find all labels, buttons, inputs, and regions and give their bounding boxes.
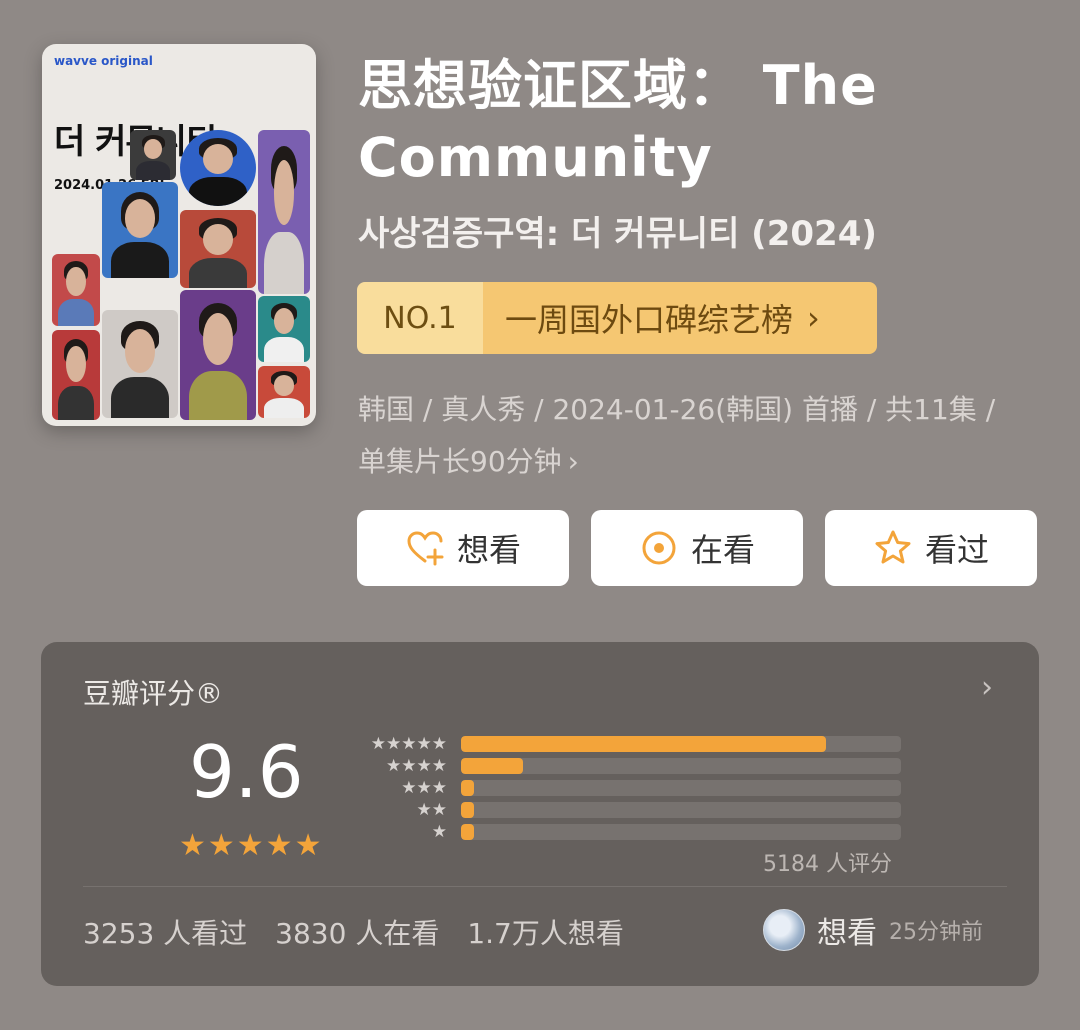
poster-portrait: [130, 130, 176, 180]
want-to-watch-button[interactable]: 想看: [357, 510, 569, 586]
rank-number: NO.1: [357, 282, 483, 354]
heart-plus-icon: [405, 528, 445, 568]
chevron-right-icon: ›: [567, 445, 579, 478]
meta-line-2: 单集片长90分钟: [358, 445, 562, 478]
poster-portrait: [180, 210, 256, 288]
star-5-label: ★★★★★: [370, 734, 447, 754]
action-bar: 想看 在看 看过: [357, 510, 1039, 586]
rating-dist-bar: [461, 780, 475, 796]
rating-dist-bar: [461, 824, 475, 840]
recent-action: 想看: [817, 916, 877, 951]
rating-dist-track: [461, 736, 901, 752]
rating-dist-bar: [461, 802, 475, 818]
watched-label: 看过: [924, 531, 989, 569]
poster-portrait: [258, 296, 310, 362]
chevron-right-icon: ›: [807, 299, 820, 337]
poster-portrait: [258, 130, 310, 294]
rating-dist-row: ★★★: [341, 778, 901, 798]
rating-dist-row: ★★★★: [341, 756, 901, 776]
poster-portrait: [52, 330, 100, 420]
rating-dist-track: [461, 780, 901, 796]
divider: [83, 886, 1007, 887]
rating-dist-track: [461, 758, 901, 774]
ranking-banner[interactable]: NO.1 一周国外口碑综艺榜 ›: [357, 282, 877, 354]
audience-stats: 3253 人看过 3830 人在看 1.7万人想看: [83, 912, 624, 952]
rank-list-label: 一周国外口碑综艺榜: [505, 301, 794, 339]
poster-portrait: [180, 130, 256, 206]
poster-portrait: [102, 310, 178, 418]
want-to-watch-label: 想看: [456, 531, 521, 569]
meta-line-1: 韩国 / 真人秀 / 2024-01-26(韩国) 首播 / 共11集 /: [358, 393, 996, 426]
chevron-right-icon[interactable]: ›: [981, 670, 993, 705]
watching-button[interactable]: 在看: [591, 510, 803, 586]
watched-count[interactable]: 3253 人看过: [83, 912, 247, 952]
rank-list-link[interactable]: 一周国外口碑综艺榜 ›: [483, 282, 877, 354]
rating-count: 5184 人评分: [763, 852, 892, 877]
poster-portrait: [102, 182, 178, 278]
target-icon: [639, 528, 679, 568]
star-icon: [873, 528, 913, 568]
watching-label: 在看: [690, 531, 755, 569]
rating-stars: ★★★★★: [179, 828, 324, 863]
rating-dist-bar: [461, 758, 523, 774]
poster-image[interactable]: wavve original 더 커뮤니티 2024.01.26 FRI.: [42, 44, 316, 426]
watched-button[interactable]: 看过: [825, 510, 1037, 586]
meta-line-2-row: 单集片长90分钟 ›: [358, 436, 1048, 488]
rating-dist-track: [461, 824, 901, 840]
rating-dist-row: ★★: [341, 800, 901, 820]
rating-dist-bar: [461, 736, 827, 752]
info-meta[interactable]: 韩国 / 真人秀 / 2024-01-26(韩国) 首播 / 共11集 / 单集…: [358, 384, 1048, 488]
poster-portrait: [180, 290, 256, 420]
recent-activity[interactable]: 想看 25分钟前: [763, 908, 983, 952]
star-4-label: ★★★★: [386, 756, 447, 776]
poster-portrait: [258, 366, 310, 418]
page-title: 思想验证区域： The Community: [358, 54, 878, 189]
original-title: 사상검증구역: 더 커뮤니티 (2024): [358, 214, 877, 254]
rating-score: 9.6: [189, 730, 304, 814]
avatar: [763, 909, 805, 951]
douban-rating-panel[interactable]: 豆瓣评分® › 9.6 ★★★★★ ★★★★★ ★★★★ ★★★ ★★ ★ 51…: [41, 642, 1039, 986]
watching-count[interactable]: 3830 人在看: [275, 912, 439, 952]
rating-dist-track: [461, 802, 901, 818]
rating-title: 豆瓣评分®: [83, 677, 224, 710]
star-2-label: ★★: [416, 800, 447, 820]
star-3-label: ★★★: [401, 778, 447, 798]
rating-dist-row: ★: [341, 822, 901, 842]
wish-count[interactable]: 1.7万人想看: [467, 912, 624, 952]
recent-time: 25分钟前: [889, 920, 983, 945]
rating-dist-row: ★★★★★: [341, 734, 901, 754]
star-1-label: ★: [431, 822, 447, 842]
poster-brand: wavve original: [54, 54, 153, 68]
poster-portrait: [52, 254, 100, 326]
